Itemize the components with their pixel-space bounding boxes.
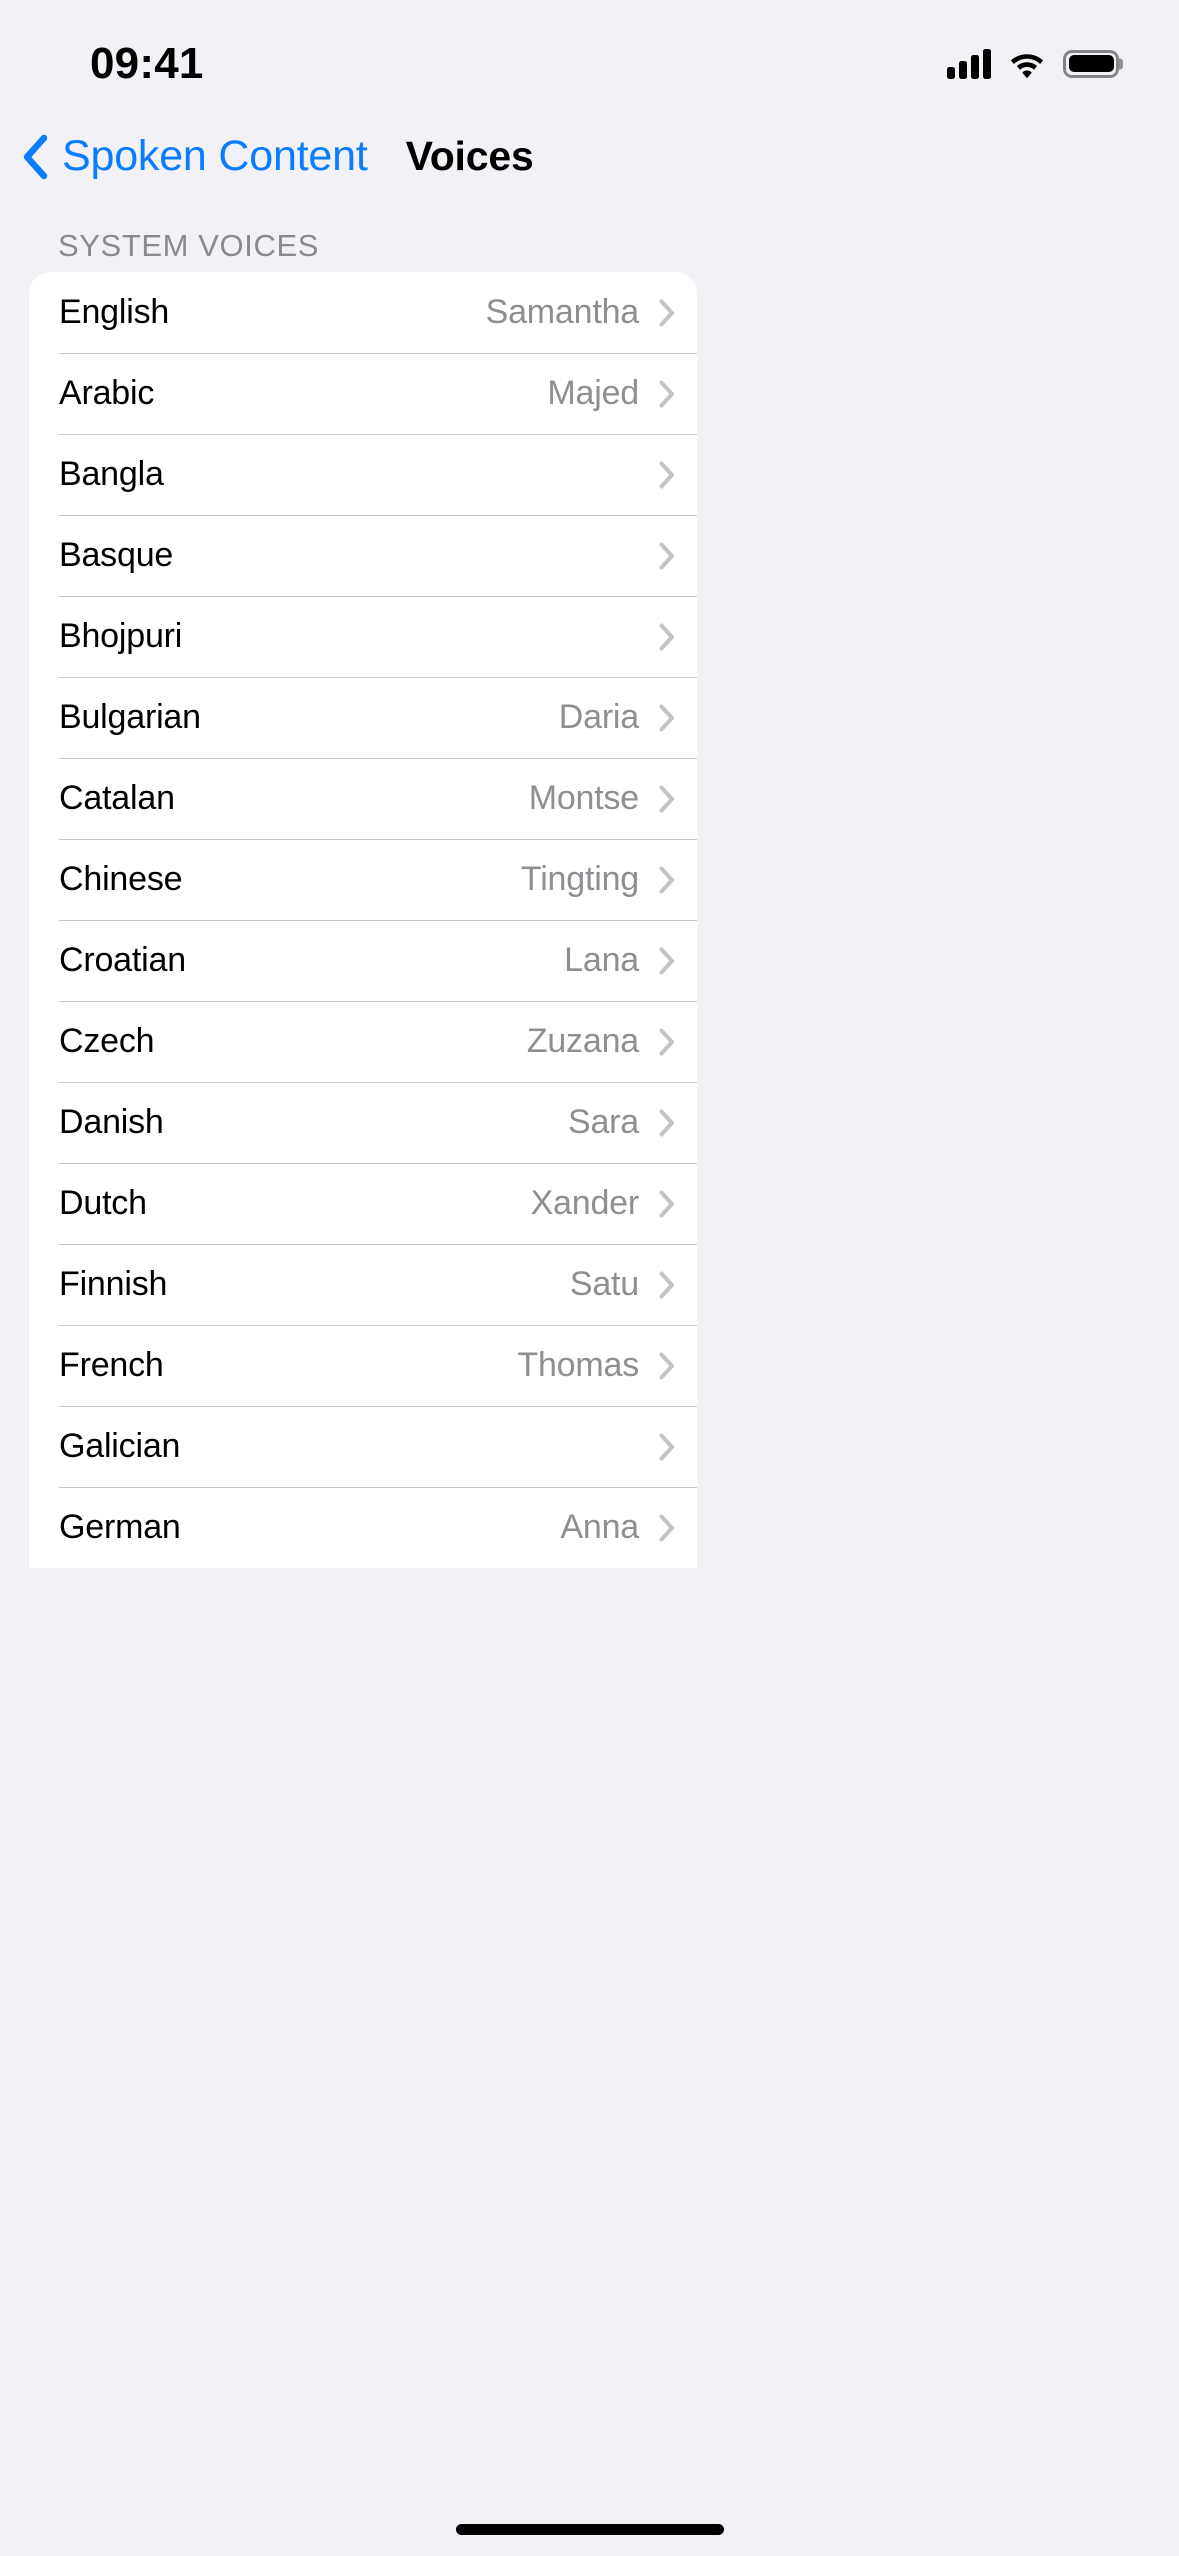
- table-row[interactable]: French Thomas: [29, 1325, 697, 1406]
- table-row[interactable]: Catalan Montse: [29, 758, 697, 839]
- chevron-right-icon: [659, 1352, 675, 1380]
- row-voice-value: Thomas: [517, 1346, 639, 1384]
- table-row[interactable]: Finnish Satu: [29, 1244, 697, 1325]
- chevron-right-icon: [659, 380, 675, 408]
- status-bar-icons: [947, 27, 1123, 79]
- status-bar-time: 09:41: [90, 38, 204, 88]
- chevron-right-icon: [659, 1271, 675, 1299]
- table-row[interactable]: Bhojpuri: [29, 596, 697, 677]
- chevron-left-icon: [22, 134, 48, 180]
- table-row[interactable]: English Samantha: [29, 272, 697, 353]
- table-row[interactable]: Basque: [29, 515, 697, 596]
- row-voice-value: Majed: [547, 374, 639, 412]
- back-button-label: Spoken Content: [62, 132, 368, 180]
- chevron-right-icon: [659, 1433, 675, 1461]
- chevron-right-icon: [659, 461, 675, 489]
- row-language-label: Chinese: [59, 860, 183, 898]
- chevron-right-icon: [659, 299, 675, 327]
- row-language-label: Dutch: [59, 1184, 147, 1222]
- row-voice-value: Xander: [530, 1184, 640, 1222]
- row-voice-value: Montse: [528, 779, 639, 817]
- row-voice-value: Sara: [567, 1103, 639, 1141]
- table-row[interactable]: Arabic Majed: [29, 353, 697, 434]
- table-row[interactable]: Czech Zuzana: [29, 1001, 697, 1082]
- table-row[interactable]: Bangla: [29, 434, 697, 515]
- row-voice-value: Satu: [569, 1265, 639, 1303]
- row-language-label: Danish: [59, 1103, 164, 1141]
- chevron-right-icon: [659, 866, 675, 894]
- table-row[interactable]: German Anna: [29, 1487, 697, 1568]
- row-voice-value: Anna: [560, 1508, 639, 1546]
- chevron-right-icon: [659, 1514, 675, 1542]
- row-language-label: Catalan: [59, 779, 175, 817]
- row-language-label: German: [59, 1508, 181, 1546]
- table-row[interactable]: Chinese Tingting: [29, 839, 697, 920]
- chevron-right-icon: [659, 1109, 675, 1137]
- row-language-label: Bulgarian: [59, 698, 201, 736]
- row-voice-value: Samantha: [485, 293, 640, 331]
- table-row[interactable]: Croatian Lana: [29, 920, 697, 1001]
- row-language-label: Arabic: [59, 374, 155, 412]
- chevron-right-icon: [659, 704, 675, 732]
- home-indicator[interactable]: [455, 2524, 724, 2535]
- row-language-label: Basque: [59, 536, 174, 574]
- status-bar: 09:41: [0, 0, 1179, 105]
- row-voice-value: Tingting: [520, 860, 639, 898]
- table-row[interactable]: Galician: [29, 1406, 697, 1487]
- table-row[interactable]: Bulgarian Daria: [29, 677, 697, 758]
- chevron-right-icon: [659, 542, 675, 570]
- row-voice-value: Zuzana: [526, 1022, 639, 1060]
- row-voice-value: Lana: [564, 941, 639, 979]
- page-title: Voices: [405, 133, 534, 179]
- wifi-icon: [1008, 49, 1046, 79]
- row-language-label: Bhojpuri: [59, 617, 183, 655]
- row-language-label: Finnish: [59, 1265, 168, 1303]
- chevron-right-icon: [659, 785, 675, 813]
- section-header-system-voices: SYSTEM VOICES: [58, 228, 320, 263]
- row-language-label: Czech: [59, 1022, 155, 1060]
- row-language-label: Galician: [59, 1427, 181, 1465]
- row-language-label: Bangla: [59, 455, 164, 493]
- navigation-bar: Spoken Content Voices: [0, 105, 1179, 208]
- chevron-right-icon: [659, 1190, 675, 1218]
- table-row[interactable]: Danish Sara: [29, 1082, 697, 1163]
- cellular-signal-icon: [947, 48, 991, 79]
- system-voices-list: English Samantha Arabic Majed Bangla Basque Bh…: [29, 272, 697, 1568]
- chevron-right-icon: [659, 947, 675, 975]
- row-language-label: English: [59, 293, 170, 331]
- back-button[interactable]: Spoken Content: [22, 132, 368, 181]
- battery-icon: [1063, 49, 1123, 78]
- chevron-right-icon: [659, 623, 675, 651]
- row-language-label: French: [59, 1346, 164, 1384]
- table-row[interactable]: Dutch Xander: [29, 1163, 697, 1244]
- chevron-right-icon: [659, 1028, 675, 1056]
- row-language-label: Croatian: [59, 941, 186, 979]
- row-voice-value: Daria: [558, 698, 639, 736]
